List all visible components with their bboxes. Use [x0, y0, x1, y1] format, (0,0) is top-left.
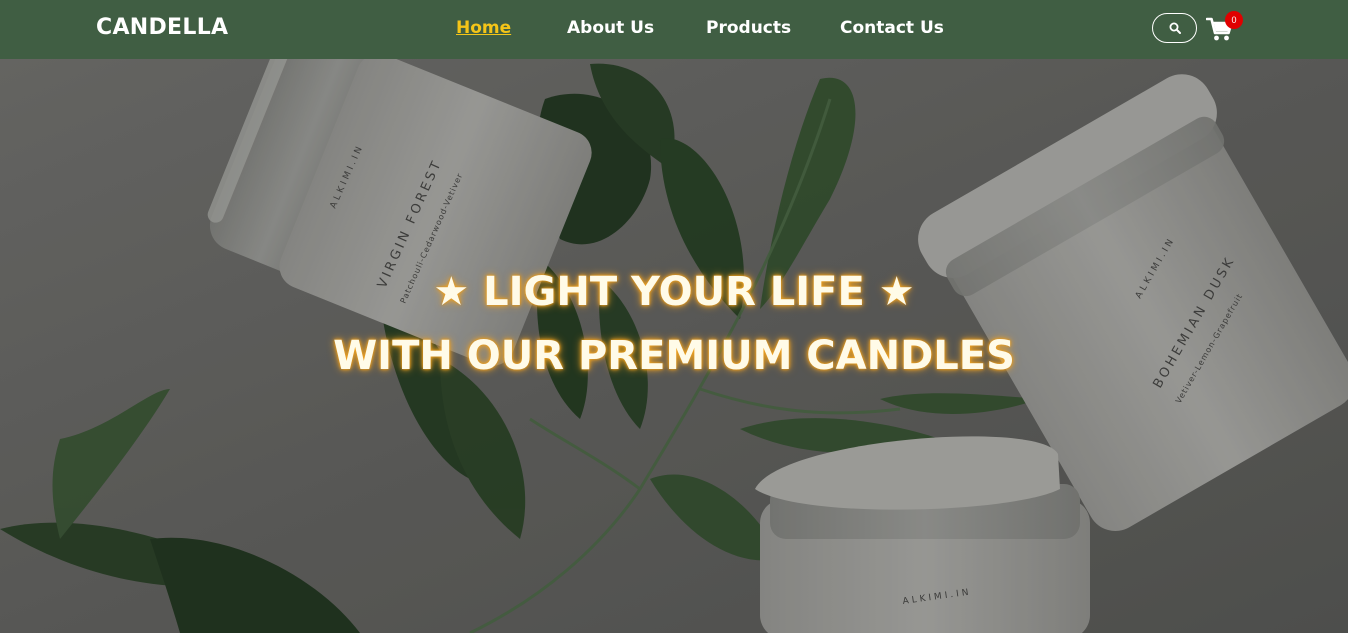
hero-title-line-1: ★ LIGHT YOUR LIFE ★ [433, 269, 915, 315]
main-nav: Home About Us Products Contact Us [0, 18, 1348, 42]
search-button[interactable] [1152, 13, 1197, 43]
hero-headline: ★ LIGHT YOUR LIFE ★ WITH OUR PREMIUM CAN… [0, 267, 1348, 381]
hero-banner: ALKIMI.IN VIRGIN FOREST Patchouli-Cedarw… [0, 59, 1348, 633]
cart-button[interactable]: 0 [1205, 11, 1243, 42]
nav-contact-us[interactable]: Contact Us [840, 18, 944, 38]
cart-count-badge: 0 [1225, 11, 1243, 29]
hero-title-line-2: WITH OUR PREMIUM CANDLES [333, 333, 1015, 379]
nav-products[interactable]: Products [706, 18, 791, 38]
nav-about-us[interactable]: About Us [567, 18, 654, 38]
nav-home[interactable]: Home [456, 18, 511, 38]
search-icon [1169, 22, 1181, 34]
navbar: CANDELLA Home About Us Products Contact … [0, 0, 1348, 59]
